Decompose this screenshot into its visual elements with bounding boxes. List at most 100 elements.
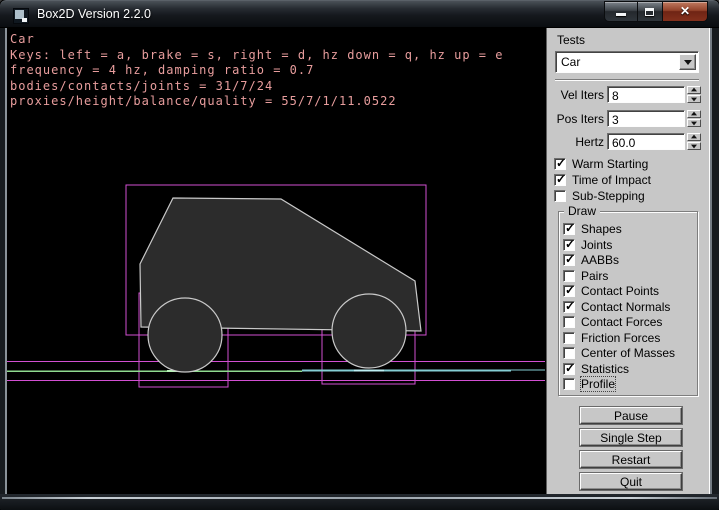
pos-iters-label: Pos Iters	[547, 112, 604, 126]
hud-line: Keys: left = a, brake = s, right = d, hz…	[10, 48, 503, 64]
hud-line: frequency = 4 hz, damping ratio = 0.7	[10, 63, 503, 79]
checkbox-label: Warm Starting	[572, 157, 648, 171]
checkbox-aabbs[interactable]: AABBs	[563, 253, 619, 267]
vel-iters-stepper	[687, 86, 701, 103]
checkbox-label: Center of Masses	[581, 346, 675, 360]
separator	[555, 79, 699, 81]
arrow-down-icon	[691, 98, 697, 102]
checkbox-label: Sub-Stepping	[572, 189, 645, 203]
checkbox-box[interactable]	[563, 316, 575, 328]
checkbox-label: Profile	[581, 377, 615, 391]
tests-label: Tests	[557, 33, 585, 47]
caption-buttons	[604, 1, 708, 22]
checkbox-label: AABBs	[581, 253, 619, 267]
checkbox-label: Friction Forces	[581, 331, 660, 345]
pos-iters-row: Pos Iters 3	[547, 110, 711, 127]
hertz-label: Hertz	[547, 135, 604, 149]
checkbox-contact-normals[interactable]: Contact Normals	[563, 300, 670, 314]
checkbox-box[interactable]	[563, 363, 575, 375]
hertz-input[interactable]: 60.0	[607, 133, 685, 150]
checkbox-box[interactable]	[563, 301, 575, 313]
app-icon	[13, 8, 29, 24]
arrow-up-icon	[691, 112, 697, 116]
chevron-down-icon	[684, 60, 692, 65]
spinner-down-button[interactable]	[687, 95, 701, 103]
pos-iters-stepper	[687, 110, 701, 127]
checkbox-friction-forces[interactable]: Friction Forces	[563, 331, 660, 345]
checkbox-joints[interactable]: Joints	[563, 238, 612, 252]
spinner-up-button[interactable]	[687, 86, 701, 94]
single-step-button[interactable]: Single Step	[580, 429, 682, 446]
draw-group-title: Draw	[564, 204, 600, 218]
restart-button[interactable]: Restart	[580, 451, 682, 468]
maximize-button[interactable]	[638, 1, 662, 22]
window-border-right	[710, 28, 719, 494]
window-border-bottom	[0, 494, 719, 510]
hud-line: Car	[10, 32, 503, 48]
hud-line: bodies/contacts/joints = 31/7/24	[10, 79, 503, 95]
checkbox-box[interactable]	[554, 190, 566, 202]
close-button[interactable]	[662, 1, 708, 22]
checkbox-box[interactable]	[563, 270, 575, 282]
control-panel: Tests Car Vel Iters 8 Pos Iters 3 Hertz …	[546, 28, 710, 494]
pos-iters-input[interactable]: 3	[607, 110, 685, 127]
close-icon	[663, 4, 707, 18]
box2d-testbed-window: Box2D Version 2.2.0	[0, 0, 719, 510]
maximize-icon	[645, 8, 654, 16]
debug-statistics-text: CarKeys: left = a, brake = s, right = d,…	[10, 32, 503, 110]
arrow-up-icon	[691, 88, 697, 92]
checkbox-label: Pairs	[581, 269, 608, 283]
tests-dropdown[interactable]: Car	[555, 51, 699, 73]
window-title: Box2D Version 2.2.0	[37, 7, 151, 21]
checkbox-box[interactable]	[554, 174, 566, 186]
checkbox-label: Joints	[581, 238, 612, 252]
arrow-down-icon	[691, 122, 697, 126]
checkbox-shapes[interactable]: Shapes	[563, 222, 622, 236]
checkbox-box[interactable]	[563, 347, 575, 359]
vel-iters-row: Vel Iters 8	[547, 86, 711, 103]
dropdown-arrow-button[interactable]	[679, 54, 696, 70]
checkbox-label: Time of Impact	[572, 173, 651, 187]
hertz-stepper	[687, 133, 701, 150]
spinner-down-button[interactable]	[687, 142, 701, 150]
checkbox-box[interactable]	[563, 332, 575, 344]
checkbox-box[interactable]	[563, 378, 575, 390]
tests-dropdown-value: Car	[561, 55, 580, 69]
titlebar[interactable]: Box2D Version 2.2.0	[0, 0, 719, 28]
quit-button[interactable]: Quit	[580, 473, 682, 490]
vel-iters-input[interactable]: 8	[607, 86, 685, 103]
checkbox-box[interactable]	[563, 239, 575, 251]
checkbox-box[interactable]	[563, 223, 575, 235]
window-border-left	[0, 28, 7, 494]
pause-button[interactable]: Pause	[580, 407, 682, 424]
checkbox-contact-forces[interactable]: Contact Forces	[563, 315, 662, 329]
spinner-up-button[interactable]	[687, 110, 701, 118]
checkbox-box[interactable]	[563, 285, 575, 297]
vel-iters-label: Vel Iters	[547, 88, 604, 102]
simulation-canvas[interactable]: CarKeys: left = a, brake = s, right = d,…	[7, 28, 546, 494]
arrow-down-icon	[691, 145, 697, 149]
checkbox-box[interactable]	[554, 158, 566, 170]
checkbox-contact-points[interactable]: Contact Points	[563, 284, 659, 298]
minimize-icon	[616, 13, 626, 16]
checkbox-statistics[interactable]: Statistics	[563, 362, 629, 376]
checkbox-warm-starting[interactable]: Warm Starting	[554, 157, 648, 171]
hertz-row: Hertz 60.0	[547, 133, 711, 150]
spinner-down-button[interactable]	[687, 119, 701, 127]
checkbox-sub-stepping[interactable]: Sub-Stepping	[554, 189, 645, 203]
checkbox-label: Shapes	[581, 222, 622, 236]
checkbox-label: Contact Points	[581, 284, 659, 298]
hud-line: proxies/height/balance/quality = 55/7/1/…	[10, 94, 503, 110]
spinner-up-button[interactable]	[687, 133, 701, 141]
checkbox-time-of-impact[interactable]: Time of Impact	[554, 173, 651, 187]
checkbox-center-of-masses[interactable]: Center of Masses	[563, 346, 675, 360]
minimize-button[interactable]	[604, 1, 638, 22]
checkbox-pairs[interactable]: Pairs	[563, 269, 608, 283]
checkbox-box[interactable]	[563, 254, 575, 266]
checkbox-label: Statistics	[581, 362, 629, 376]
arrow-up-icon	[691, 135, 697, 139]
checkbox-label: Contact Forces	[581, 315, 662, 329]
car-bodies	[140, 198, 421, 372]
checkbox-label: Contact Normals	[581, 300, 670, 314]
checkbox-profile[interactable]: Profile	[563, 377, 615, 391]
